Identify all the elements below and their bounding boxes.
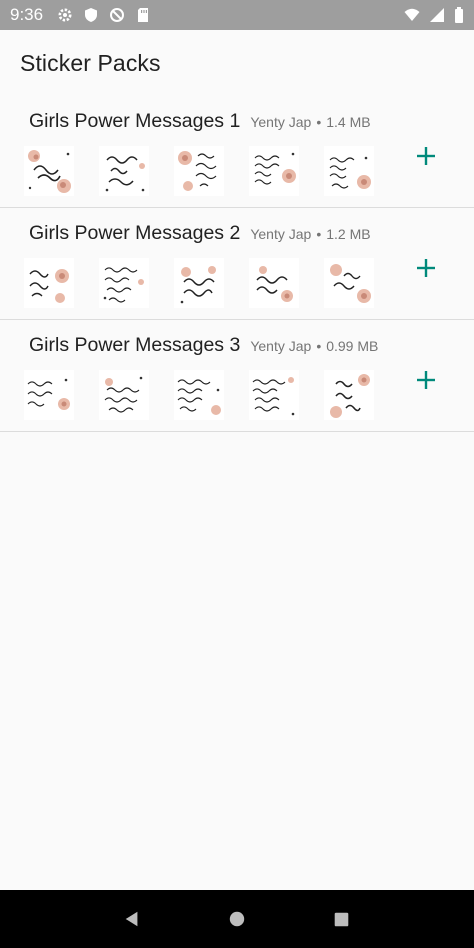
pack-header: Girls Power Messages 3 Yenty Jap • 0.99 MB <box>29 334 378 357</box>
page-title: Sticker Packs <box>20 49 161 76</box>
pack-separator: • <box>316 226 322 242</box>
pack-name: Girls Power Messages 1 <box>29 110 241 132</box>
sticker-preview-image <box>324 146 374 196</box>
shield-icon <box>83 7 99 23</box>
pack-author: Yenty Jap <box>250 114 312 130</box>
sticker-preview-image <box>249 370 299 420</box>
sticker-preview-image <box>24 370 74 420</box>
back-button[interactable] <box>120 907 144 931</box>
no-data-icon <box>109 7 125 23</box>
pack-meta: Yenty Jap • 1.2 MB <box>250 226 370 242</box>
sticker-preview-image <box>174 146 224 196</box>
status-icons-right <box>404 7 464 23</box>
sticker-preview-image <box>99 258 149 308</box>
pack-separator: • <box>316 114 322 130</box>
sticker-pack-item[interactable]: Girls Power Messages 3 Yenty Jap • 0.99 MB <box>0 320 474 432</box>
sticker-pack-item[interactable]: Girls Power Messages 2 Yenty Jap • 1.2 MB <box>0 208 474 320</box>
status-time: 9:36 <box>10 5 44 24</box>
back-icon <box>126 911 138 927</box>
sticker-previews <box>24 258 374 308</box>
sticker-preview-image <box>24 146 74 196</box>
recents-button[interactable] <box>330 907 354 931</box>
screen: 9:36 Sticker Packs Girls Power Messages … <box>0 0 474 948</box>
sticker-pack-item[interactable]: Girls Power Messages 1 Yenty Jap • 1.4 MB <box>0 96 474 208</box>
battery-icon <box>454 7 464 23</box>
pack-name: Girls Power Messages 3 <box>29 334 241 356</box>
sticker-preview-image <box>324 370 374 420</box>
gear-icon <box>57 7 73 23</box>
add-pack-button[interactable] <box>412 254 440 282</box>
pack-header: Girls Power Messages 2 Yenty Jap • 1.2 MB <box>29 222 371 245</box>
status-bar: 9:36 <box>0 0 474 30</box>
sticker-preview-image <box>24 258 74 308</box>
app-bar: Sticker Packs <box>0 30 474 96</box>
sticker-preview-image <box>174 370 224 420</box>
pack-meta: Yenty Jap • 0.99 MB <box>250 338 378 354</box>
sticker-preview-image <box>99 146 149 196</box>
pack-header: Girls Power Messages 1 Yenty Jap • 1.4 MB <box>29 110 371 133</box>
sticker-preview-image <box>324 258 374 308</box>
sticker-preview-image <box>249 258 299 308</box>
sticker-pack-list: Girls Power Messages 1 Yenty Jap • 1.4 MB <box>0 96 474 432</box>
navigation-bar <box>0 890 474 948</box>
pack-author: Yenty Jap <box>250 226 312 242</box>
sticker-preview-image <box>249 146 299 196</box>
pack-separator: • <box>316 338 322 354</box>
pack-author: Yenty Jap <box>250 338 312 354</box>
wifi-icon <box>404 7 420 23</box>
recents-icon <box>334 912 349 926</box>
plus-icon <box>417 259 435 277</box>
add-pack-button[interactable] <box>412 142 440 170</box>
sticker-preview-image <box>174 258 224 308</box>
home-icon <box>229 911 245 927</box>
sticker-previews <box>24 370 374 420</box>
sticker-previews <box>24 146 374 196</box>
signal-icon <box>429 7 445 23</box>
pack-size: 0.99 MB <box>326 338 379 354</box>
add-pack-button[interactable] <box>412 366 440 394</box>
sticker-preview-image <box>99 370 149 420</box>
pack-meta: Yenty Jap • 1.4 MB <box>250 114 370 130</box>
plus-icon <box>417 147 435 165</box>
pack-size: 1.4 MB <box>326 114 371 130</box>
pack-size: 1.2 MB <box>326 226 371 242</box>
plus-icon <box>417 371 435 389</box>
pack-name: Girls Power Messages 2 <box>29 222 241 244</box>
status-icons-left <box>57 7 151 23</box>
sd-card-icon <box>135 7 151 23</box>
home-button[interactable] <box>225 907 249 931</box>
